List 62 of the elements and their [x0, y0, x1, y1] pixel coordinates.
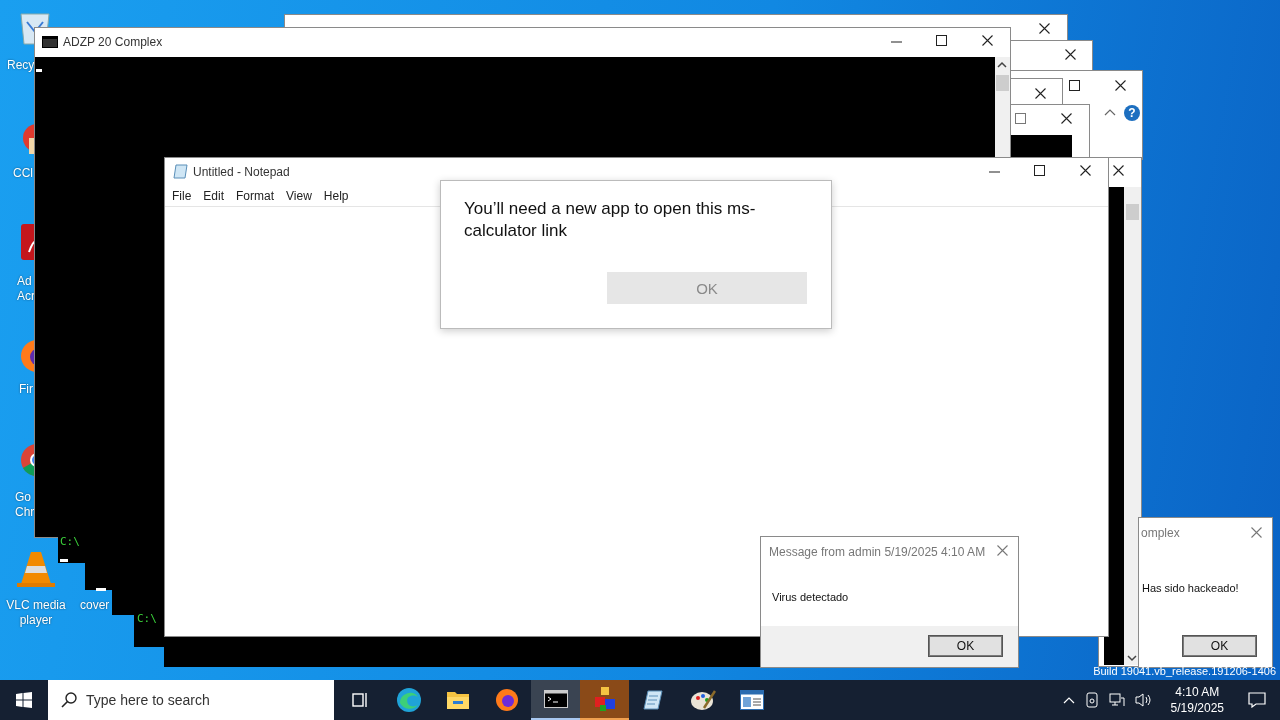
dialog-message: You’ll need a new app to open this ms-calculator link [464, 198, 757, 242]
text-cursor [60, 559, 68, 562]
ok-button[interactable]: OK [1183, 636, 1256, 656]
network-icon[interactable] [1108, 692, 1125, 708]
text-cursor [96, 588, 106, 591]
message-text: Has sido hackeado! [1142, 582, 1239, 594]
scroll-thumb[interactable] [1126, 204, 1139, 220]
close-icon[interactable] [1113, 165, 1124, 176]
desktop-icon-label[interactable]: Ad Acr [17, 274, 35, 304]
prompt-text: C:\ [137, 612, 157, 625]
taskbar-app[interactable] [531, 680, 580, 720]
prompt-text: C:\ [60, 535, 80, 548]
folder-icon [445, 689, 470, 711]
message-text: Virus detectado [772, 591, 849, 603]
maximize-icon[interactable] [1034, 165, 1045, 176]
window-title: Untitled - Notepad [193, 165, 290, 179]
maximize-icon[interactable] [936, 35, 947, 46]
message-title: omplex [1141, 526, 1180, 540]
edge-icon [395, 687, 422, 713]
window-icon [739, 690, 764, 710]
close-icon[interactable] [982, 35, 993, 46]
task-view-icon [349, 690, 370, 710]
scroll-down-icon[interactable] [1127, 655, 1137, 662]
desktop-icon-label[interactable]: VLC media player [0, 598, 72, 628]
notepad-icon [641, 688, 666, 712]
menu-item[interactable]: View [280, 189, 318, 203]
menu-item[interactable]: Help [317, 189, 355, 203]
desktop-icon-label[interactable]: Go Chr [15, 490, 35, 520]
close-icon[interactable] [1115, 80, 1126, 91]
traffic-cone-icon [17, 552, 55, 587]
build-info: Build 19041.vb_release.191206-1406 [1093, 665, 1276, 677]
ok-button[interactable]: OK [929, 636, 1002, 656]
scroll-thumb[interactable] [996, 75, 1009, 91]
scroll-up-icon[interactable] [997, 61, 1007, 68]
close-icon[interactable] [1080, 165, 1091, 176]
notepad-icon [173, 164, 188, 179]
desktop-icon-label[interactable]: CCl [13, 166, 33, 181]
message-title: Message from admin 5/19/2025 4:10 AM [769, 545, 986, 559]
clock[interactable]: 4:10 AM 5/19/2025 [1162, 684, 1232, 716]
menu-item[interactable]: File [166, 189, 198, 203]
menu-item[interactable]: Format [230, 189, 281, 203]
console-icon [42, 36, 58, 48]
close-icon[interactable] [1065, 49, 1076, 60]
console-icon [543, 690, 568, 708]
close-icon[interactable] [1061, 113, 1072, 124]
search-field[interactable]: Type here to search [48, 680, 334, 720]
notification-icon[interactable] [1248, 692, 1266, 708]
desktop-icon-label[interactable]: Fir [19, 382, 33, 397]
maximize-icon[interactable] [1069, 80, 1080, 91]
device-icon[interactable] [1084, 692, 1099, 708]
close-icon[interactable] [1039, 23, 1050, 34]
windows-logo-icon [16, 692, 32, 708]
search-icon [61, 692, 77, 708]
palette-icon [689, 688, 716, 712]
close-icon[interactable] [1035, 88, 1046, 99]
speaker-icon[interactable] [1134, 692, 1153, 708]
window-title: ADZP 20 Complex [63, 35, 163, 49]
menu-item[interactable]: Edit [197, 189, 231, 203]
desktop-icon-label[interactable]: cover [80, 598, 110, 613]
desktop-icon-label[interactable]: Recy [7, 58, 35, 73]
scrollbar[interactable] [1124, 187, 1141, 665]
firefox-icon [494, 688, 519, 712]
